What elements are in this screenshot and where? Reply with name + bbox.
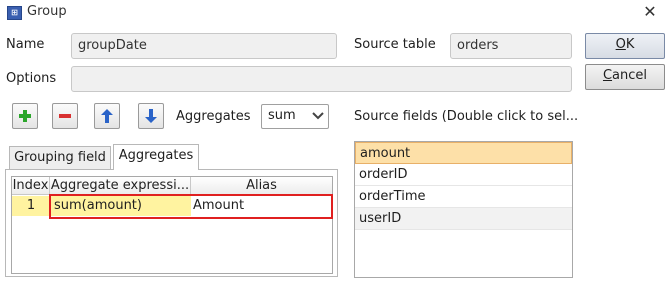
- arrow-down-icon: [145, 109, 157, 123]
- title-bar: [0, 0, 667, 26]
- move-down-button[interactable]: [138, 103, 164, 129]
- list-item[interactable]: orderID: [355, 164, 572, 186]
- ok-mnemonic: O: [615, 37, 626, 52]
- name-label: Name: [6, 37, 45, 52]
- source-table-field[interactable]: orders: [450, 33, 572, 59]
- minus-icon: [59, 114, 71, 118]
- header-alias[interactable]: Alias: [191, 177, 332, 195]
- source-table-label: Source table: [354, 37, 436, 52]
- list-item[interactable]: amount: [355, 142, 572, 164]
- tab-aggregates[interactable]: Aggregates: [113, 144, 199, 170]
- aggregates-label: Aggregates: [176, 109, 251, 124]
- ok-label-rest: K: [625, 37, 635, 52]
- name-field[interactable]: groupDate: [71, 33, 337, 59]
- tab-grouping-field[interactable]: Grouping field: [9, 146, 111, 170]
- move-up-button[interactable]: [94, 103, 120, 129]
- header-index[interactable]: Index: [12, 177, 50, 195]
- source-fields-label: Source fields (Double click to sel...: [354, 109, 579, 124]
- ok-button[interactable]: OK: [585, 33, 665, 59]
- list-item[interactable]: orderTime: [355, 186, 572, 208]
- aggregates-selected-value: sum: [268, 108, 296, 123]
- remove-button[interactable]: [52, 103, 78, 129]
- chevron-down-icon: [312, 112, 324, 120]
- cancel-button[interactable]: Cancel: [585, 64, 665, 90]
- plus-icon: [19, 110, 31, 122]
- grid-app-icon: ⊞: [7, 6, 22, 20]
- annotation-highlight-box: [49, 194, 333, 219]
- source-fields-list: amount orderID orderTime userID: [354, 141, 573, 278]
- header-aggregate-expression[interactable]: Aggregate expressi...: [50, 177, 191, 195]
- options-label: Options: [6, 71, 57, 86]
- add-button[interactable]: [12, 103, 38, 129]
- cell-index[interactable]: 1: [12, 196, 50, 216]
- options-field[interactable]: [71, 66, 572, 92]
- list-item[interactable]: userID: [355, 208, 572, 230]
- aggregates-select[interactable]: sum: [261, 104, 329, 129]
- cancel-label-rest: ancel: [612, 68, 648, 83]
- cancel-mnemonic: C: [602, 68, 613, 83]
- arrow-up-icon: [101, 109, 113, 123]
- window-title: Group: [27, 4, 67, 19]
- close-icon[interactable]: ✕: [636, 0, 664, 24]
